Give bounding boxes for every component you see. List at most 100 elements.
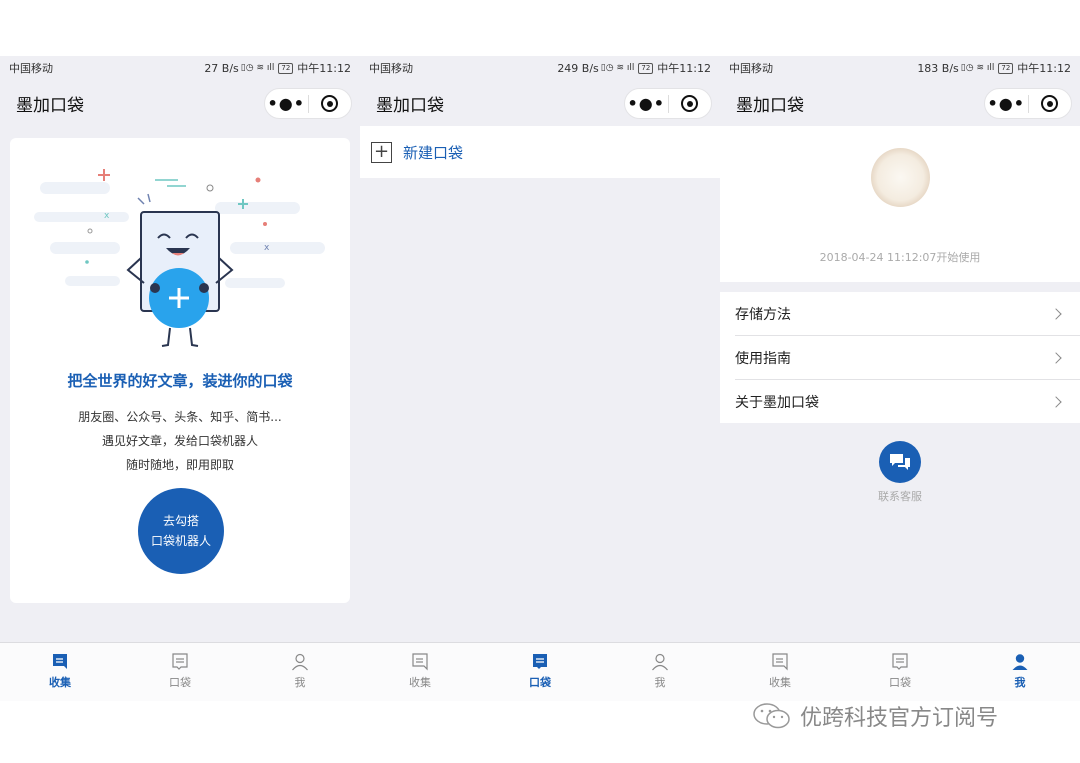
collect-line-send: 遇见好文章，发给口袋机器人: [101, 434, 258, 448]
tab-collect[interactable]: 收集: [0, 643, 120, 701]
mini-program-capsule: •●•: [984, 88, 1072, 119]
tab-me-label: 我: [294, 676, 306, 689]
tab-me[interactable]: 我: [960, 643, 1080, 701]
plus-box-icon: +: [371, 141, 392, 163]
tab-bar: 收集 口袋 我: [0, 642, 360, 701]
collect-filled-icon: [53, 654, 67, 669]
tab-collect[interactable]: 收集: [360, 643, 480, 701]
pocket-outline-icon: [892, 653, 908, 670]
watermark-text: 优跨科技官方订阅号: [800, 706, 999, 731]
chevron-right-icon: [1050, 351, 1062, 364]
robot-illustration: x x: [34, 169, 325, 347]
collect-outline-icon: [772, 653, 788, 671]
wechat-watermark: 优跨科技官方订阅号: [752, 700, 998, 732]
more-dots-icon[interactable]: •●•: [265, 94, 308, 113]
clock: 中午11:12: [1017, 62, 1071, 75]
status-bar: 中国移动 249 B/s ▯◷ ≋ ıll 72 中午11:12: [360, 56, 720, 80]
battery-icon: 72: [998, 62, 1014, 74]
close-target-icon[interactable]: [1028, 95, 1071, 112]
person-filled-icon: [1012, 654, 1028, 670]
app-title: 墨加口袋: [376, 95, 444, 116]
tab-collect-label: 收集: [769, 676, 791, 689]
tab-collect-label: 收集: [49, 676, 71, 689]
chevron-right-icon: [1050, 307, 1062, 320]
tab-me-label: 我: [1014, 676, 1026, 689]
tab-pocket[interactable]: 口袋: [120, 643, 240, 701]
person-outline-icon: [292, 653, 308, 671]
battery-icon: 72: [638, 62, 654, 74]
clock: 中午11:12: [657, 62, 711, 75]
cta-line-1: 去勾搭: [162, 514, 199, 528]
collect-line-sources: 朋友圈、公众号、头条、知乎、简书...: [78, 410, 282, 424]
svg-text:x: x: [264, 243, 270, 253]
phone-collect-screen: 中国移动 27 B/s ▯◷ ≋ ıll 72 中午11:12 墨加口袋 •●•: [0, 56, 360, 701]
contact-support-label: 联系客服: [878, 490, 922, 503]
nav-bar: 墨加口袋 •●•: [0, 80, 360, 126]
carrier: 中国移动: [9, 62, 53, 75]
chat-bubbles-icon: [890, 454, 910, 470]
menu-item-storage-method[interactable]: 存储方法: [720, 292, 1080, 335]
net-speed: 183 B/s: [917, 61, 959, 75]
carrier: 中国移动: [369, 62, 413, 75]
tab-collect[interactable]: 收集: [720, 643, 840, 701]
tab-pocket-label: 口袋: [529, 676, 551, 689]
nav-bar: 墨加口袋 •●•: [360, 80, 720, 126]
menu-item-label: 关于墨加口袋: [735, 394, 819, 411]
clock: 中午11:12: [297, 62, 351, 75]
tab-pocket-label: 口袋: [169, 676, 191, 689]
mini-program-capsule: •●•: [624, 88, 712, 119]
close-target-icon[interactable]: [668, 95, 711, 112]
person-outline-icon: [652, 653, 668, 671]
nav-bar: 墨加口袋 •●•: [720, 80, 1080, 126]
signal-icons: ▯◷ ≋ ıll: [240, 63, 275, 73]
tab-me[interactable]: 我: [240, 643, 360, 701]
mini-program-capsule: •●•: [264, 88, 352, 119]
phone-me-screen: 中国移动 183 B/s ▯◷ ≋ ıll 72 中午11:12 墨加口袋 •●…: [720, 56, 1080, 701]
tab-bar: 收集 口袋 我: [720, 642, 1080, 701]
tab-me-label: 我: [654, 676, 666, 689]
chevron-right-icon: [1050, 395, 1062, 408]
collect-headline: 把全世界的好文章，装进你的口袋: [67, 372, 293, 390]
net-speed: 249 B/s: [557, 61, 599, 75]
status-bar: 中国移动 27 B/s ▯◷ ≋ ıll 72 中午11:12: [0, 56, 360, 80]
close-target-icon[interactable]: [308, 95, 351, 112]
phone-pocket-screen: 中国移动 249 B/s ▯◷ ≋ ıll 72 中午11:12 墨加口袋 •●…: [360, 56, 720, 701]
app-title: 墨加口袋: [16, 95, 84, 116]
avatar[interactable]: [871, 148, 930, 207]
tab-bar: 收集 口袋 我: [360, 642, 720, 701]
net-speed: 27 B/s: [204, 61, 239, 75]
collect-card: x x 把全世界的好文章，装进你的口袋 朋友圈、公众号、头条、知乎、简书... …: [10, 138, 350, 603]
contact-robot-button[interactable]: 去勾搭 口袋机器人: [138, 488, 224, 574]
settings-menu: 存储方法 使用指南 关于墨加口袋: [720, 292, 1080, 423]
pocket-filled-icon: [533, 654, 547, 669]
more-dots-icon[interactable]: •●•: [625, 94, 668, 113]
menu-item-about[interactable]: 关于墨加口袋: [720, 380, 1080, 423]
cta-line-2: 口袋机器人: [150, 534, 211, 548]
signal-icons: ▯◷ ≋ ıll: [600, 63, 635, 73]
new-pocket-button[interactable]: + 新建口袋: [360, 126, 720, 178]
app-title: 墨加口袋: [736, 95, 804, 116]
tab-collect-label: 收集: [409, 676, 431, 689]
new-pocket-label: 新建口袋: [403, 143, 464, 162]
menu-item-user-guide[interactable]: 使用指南: [720, 336, 1080, 379]
menu-item-label: 使用指南: [735, 350, 791, 367]
contact-support-button[interactable]: [879, 441, 921, 483]
battery-icon: 72: [278, 62, 294, 74]
member-since-text: 2018-04-24 11:12:07开始使用: [819, 251, 981, 264]
signal-icons: ▯◷ ≋ ıll: [960, 63, 995, 73]
tab-me[interactable]: 我: [600, 643, 720, 701]
collect-line-anytime: 随时随地，即用即取: [125, 458, 234, 472]
more-dots-icon[interactable]: •●•: [985, 94, 1028, 113]
collect-outline-icon: [412, 653, 428, 671]
pocket-outline-icon: [172, 653, 188, 670]
carrier: 中国移动: [729, 62, 773, 75]
status-bar: 中国移动 183 B/s ▯◷ ≋ ıll 72 中午11:12: [720, 56, 1080, 80]
tab-pocket[interactable]: 口袋: [480, 643, 600, 701]
menu-item-label: 存储方法: [735, 306, 791, 323]
svg-text:x: x: [104, 211, 110, 221]
tab-pocket-label: 口袋: [889, 676, 911, 689]
wechat-icon: [753, 703, 790, 729]
profile-header: 2018-04-24 11:12:07开始使用: [720, 126, 1080, 282]
screenshot-stage: 中国移动 27 B/s ▯◷ ≋ ıll 72 中午11:12 墨加口袋 •●•: [0, 0, 1080, 763]
tab-pocket[interactable]: 口袋: [840, 643, 960, 701]
